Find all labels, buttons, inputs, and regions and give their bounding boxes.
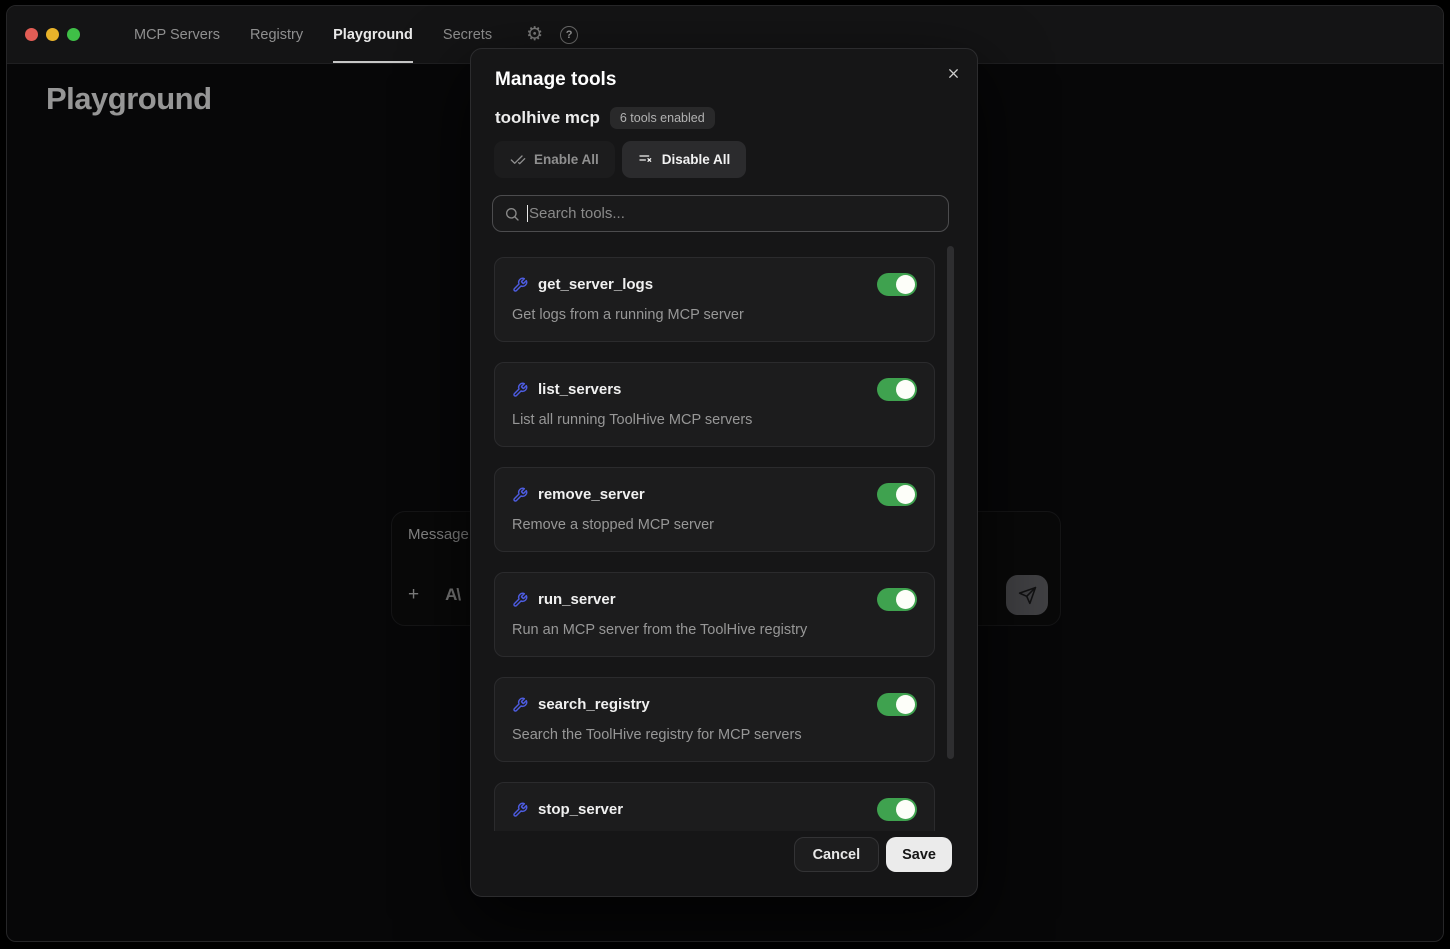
tool-name: run_server <box>538 591 616 608</box>
enable-all-button[interactable]: Enable All <box>494 141 615 178</box>
server-row: toolhive mcp 6 tools enabled <box>495 107 715 129</box>
check-check-icon <box>510 152 526 168</box>
tool-list: get_server_logs Get logs from a running … <box>494 242 935 831</box>
tool-card-header: run_server <box>512 588 917 611</box>
toggle-knob <box>896 590 915 609</box>
tool-card-header: stop_server <box>512 798 917 821</box>
dialog-footer: Cancel Save <box>794 837 952 872</box>
tool-name: stop_server <box>538 801 623 818</box>
text-caret <box>527 205 528 222</box>
help-icon[interactable]: ? <box>560 26 578 44</box>
list-x-icon <box>638 152 654 168</box>
toggle-knob <box>896 695 915 714</box>
wrench-icon <box>512 697 528 713</box>
tool-description: Remove a stopped MCP server <box>512 517 917 533</box>
tool-description: Get logs from a running MCP server <box>512 307 917 323</box>
tool-toggle[interactable] <box>877 588 917 611</box>
wrench-icon <box>512 592 528 608</box>
minimize-window-button[interactable] <box>46 28 59 41</box>
tool-toggle[interactable] <box>877 693 917 716</box>
disable-all-button[interactable]: Disable All <box>622 141 747 178</box>
tool-toggle[interactable] <box>877 798 917 821</box>
close-window-button[interactable] <box>25 28 38 41</box>
tool-toggle[interactable] <box>877 273 917 296</box>
tool-card-header: list_servers <box>512 378 917 401</box>
tool-description: Search the ToolHive registry for MCP ser… <box>512 727 917 743</box>
tool-name: list_servers <box>538 381 621 398</box>
window-controls <box>25 28 80 41</box>
search-tools-input[interactable] <box>529 205 937 222</box>
tool-name: search_registry <box>538 696 650 713</box>
nav-tab-registry[interactable]: Registry <box>238 6 315 63</box>
tool-name: remove_server <box>538 486 645 503</box>
save-button[interactable]: Save <box>886 837 952 872</box>
tool-card: list_servers List all running ToolHive M… <box>494 362 935 447</box>
tool-card: get_server_logs Get logs from a running … <box>494 257 935 342</box>
toggle-knob <box>896 485 915 504</box>
tool-list-scrollbar[interactable] <box>947 246 954 759</box>
titlebar-icons: ⚙ ? <box>526 25 578 44</box>
close-dialog-button[interactable] <box>943 63 963 83</box>
dialog-title: Manage tools <box>495 69 616 91</box>
toggle-knob <box>896 380 915 399</box>
disable-all-label: Disable All <box>662 152 731 167</box>
tools-enabled-badge: 6 tools enabled <box>610 107 715 129</box>
tool-description: Run an MCP server from the ToolHive regi… <box>512 622 917 638</box>
toggle-knob <box>896 275 915 294</box>
tool-card: search_registry Search the ToolHive regi… <box>494 677 935 762</box>
server-name: toolhive mcp <box>495 108 600 128</box>
main-nav: MCP ServersRegistryPlaygroundSecrets <box>122 6 504 63</box>
search-icon <box>504 206 520 222</box>
tool-card-header: remove_server <box>512 483 917 506</box>
tool-card: stop_server <box>494 782 935 831</box>
tool-card-header: search_registry <box>512 693 917 716</box>
tool-toggle[interactable] <box>877 483 917 506</box>
manage-tools-dialog: Manage tools toolhive mcp 6 tools enable… <box>470 48 978 897</box>
maximize-window-button[interactable] <box>67 28 80 41</box>
close-icon <box>946 66 961 81</box>
cancel-button[interactable]: Cancel <box>794 837 880 872</box>
bulk-actions: Enable All Disable All <box>494 141 746 178</box>
nav-tab-playground[interactable]: Playground <box>321 6 425 63</box>
nav-tab-mcp-servers[interactable]: MCP Servers <box>122 6 232 63</box>
wrench-icon <box>512 487 528 503</box>
settings-icon[interactable]: ⚙ <box>526 25 543 44</box>
tool-name: get_server_logs <box>538 276 653 293</box>
tool-toggle[interactable] <box>877 378 917 401</box>
tool-card-header: get_server_logs <box>512 273 917 296</box>
wrench-icon <box>512 802 528 818</box>
wrench-icon <box>512 277 528 293</box>
search-box <box>492 195 949 232</box>
tool-card: run_server Run an MCP server from the To… <box>494 572 935 657</box>
toggle-knob <box>896 800 915 819</box>
tool-card: remove_server Remove a stopped MCP serve… <box>494 467 935 552</box>
enable-all-label: Enable All <box>534 152 599 167</box>
wrench-icon <box>512 382 528 398</box>
tool-description: List all running ToolHive MCP servers <box>512 412 917 428</box>
